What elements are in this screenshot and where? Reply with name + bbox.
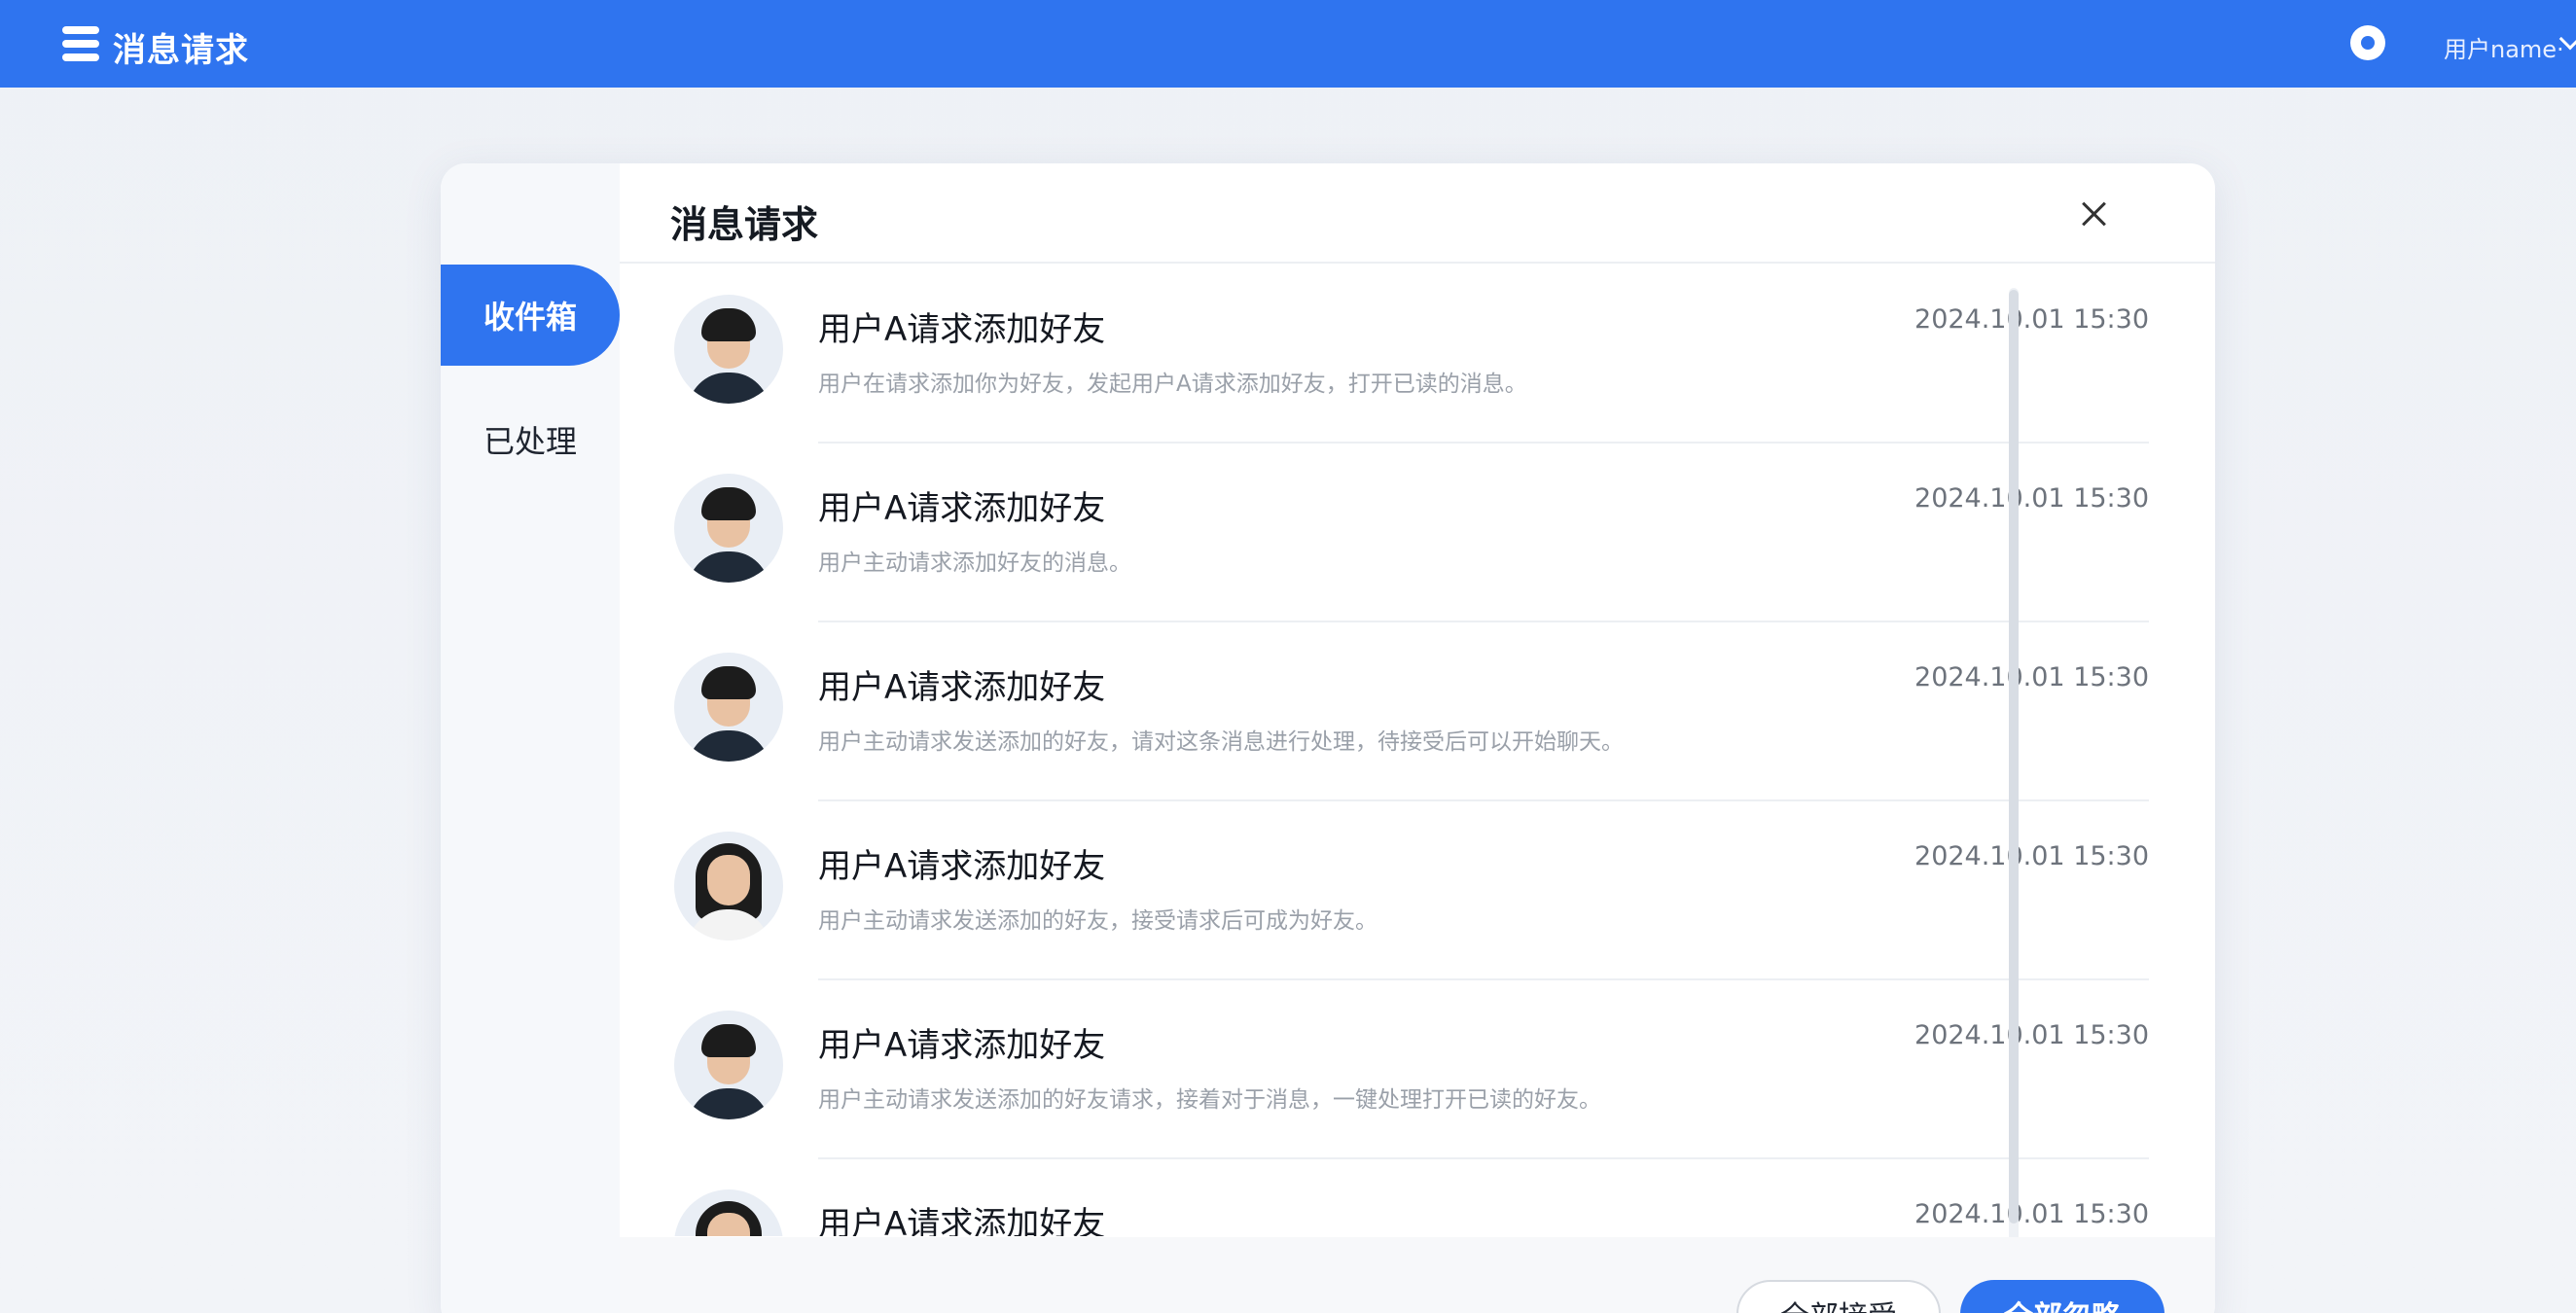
- dialog-footer: 全部接受 全部忽略: [620, 1237, 2215, 1313]
- request-title: 用户A请求添加好友: [818, 1026, 1106, 1065]
- avatar: [674, 1189, 783, 1236]
- app-title: 消息请求: [113, 31, 249, 70]
- avatar: [674, 295, 783, 404]
- list-item[interactable]: 用户A请求添加好友 2024.10.01 15:30: [620, 1158, 2215, 1236]
- accept-all-button[interactable]: 全部接受: [1736, 1280, 1941, 1313]
- request-time: 2024.10.01 15:30: [1914, 1199, 2149, 1229]
- request-message: 用户在请求添加你为好友，发起用户A请求添加好友，打开已读的消息。: [818, 372, 1527, 397]
- request-message: 用户主动请求发送添加的好友，接受请求后可成为好友。: [818, 908, 1377, 934]
- request-time: 2024.10.01 15:30: [1914, 1020, 2149, 1050]
- close-icon[interactable]: [2081, 200, 2108, 228]
- request-title: 用户A请求添加好友: [818, 310, 1106, 349]
- dialog-header: 消息请求: [620, 163, 2215, 264]
- request-message: 用户主动请求添加好友的消息。: [818, 550, 1131, 576]
- avatar: [674, 832, 783, 940]
- sidebar-item-processed[interactable]: 已处理: [441, 389, 620, 490]
- sidebar-item-inbox[interactable]: 收件箱: [441, 265, 620, 366]
- request-time: 2024.10.01 15:30: [1914, 304, 2149, 335]
- list-item[interactable]: 用户A请求添加好友 2024.10.01 15:30 用户主动请求发送添加的好友…: [620, 800, 2215, 980]
- avatar: [674, 1011, 783, 1119]
- request-message: 用户主动请求发送添加的好友，请对这条消息进行处理，待接受后可以开始聊天。: [818, 729, 1624, 755]
- top-bar: 消息请求 用户name·: [0, 0, 2576, 88]
- request-title: 用户A请求添加好友: [818, 1205, 1106, 1236]
- request-time: 2024.10.01 15:30: [1914, 662, 2149, 692]
- list-item[interactable]: 用户A请求添加好友 2024.10.01 15:30 用户主动请求发送添加的好友…: [620, 979, 2215, 1159]
- request-title: 用户A请求添加好友: [818, 489, 1106, 528]
- avatar: [674, 474, 783, 583]
- user-icon[interactable]: [2350, 25, 2385, 60]
- ignore-all-button[interactable]: 全部忽略: [1960, 1280, 2165, 1313]
- scrollbar-thumb[interactable]: [2009, 290, 2019, 1224]
- menu-icon[interactable]: [62, 26, 99, 61]
- request-time: 2024.10.01 15:30: [1914, 483, 2149, 514]
- message-request-dialog: 收件箱 已处理 消息请求 用户A请求添加好友 2024.10.01 15:30 …: [441, 163, 2215, 1313]
- request-title: 用户A请求添加好友: [818, 847, 1106, 886]
- request-time: 2024.10.01 15:30: [1914, 841, 2149, 871]
- list-item[interactable]: 用户A请求添加好友 2024.10.01 15:30 用户主动请求添加好友的消息…: [620, 443, 2215, 622]
- request-list: 用户A请求添加好友 2024.10.01 15:30 用户在请求添加你为好友，发…: [620, 264, 2215, 1236]
- sidebar: 收件箱 已处理: [441, 163, 620, 1313]
- user-name[interactable]: 用户name·: [2444, 30, 2564, 64]
- request-title: 用户A请求添加好友: [818, 668, 1106, 707]
- dialog-title: 消息请求: [670, 203, 819, 246]
- list-item[interactable]: 用户A请求添加好友 2024.10.01 15:30 用户主动请求发送添加的好友…: [620, 621, 2215, 801]
- request-message: 用户主动请求发送添加的好友请求，接着对于消息，一键处理打开已读的好友。: [818, 1087, 1601, 1113]
- list-item[interactable]: 用户A请求添加好友 2024.10.01 15:30 用户在请求添加你为好友，发…: [620, 264, 2215, 444]
- avatar: [674, 653, 783, 762]
